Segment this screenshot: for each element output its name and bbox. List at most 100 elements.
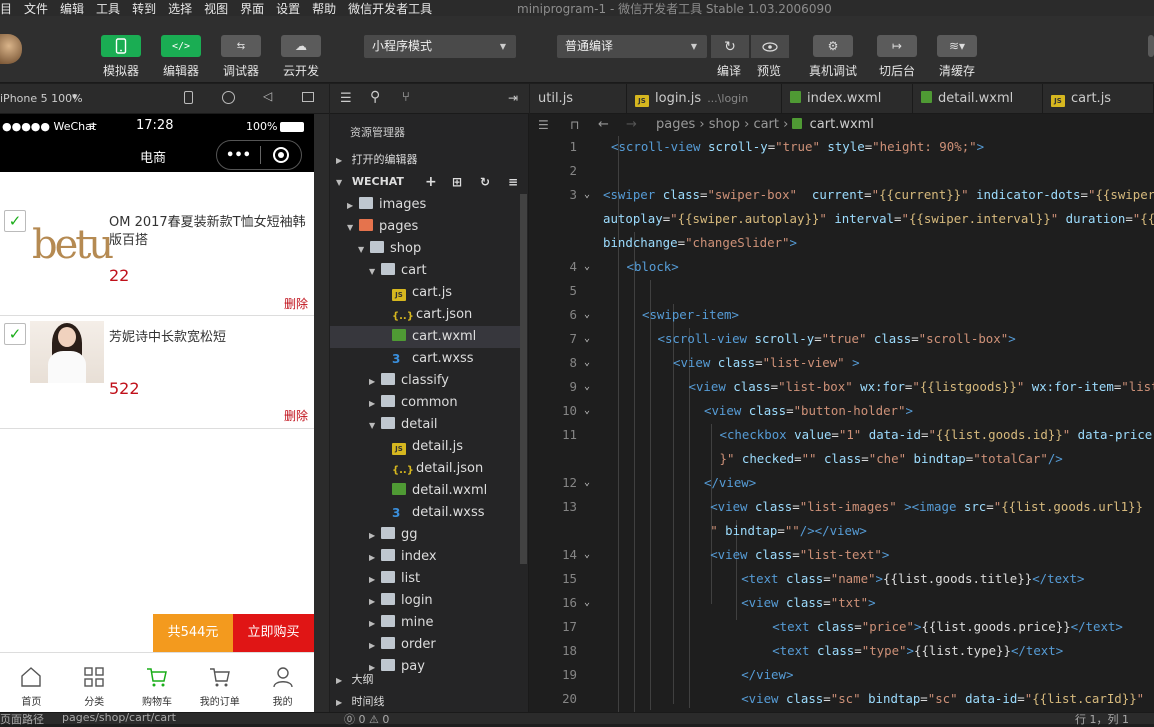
list-icon[interactable]: ☰ [340,91,352,106]
item-checkbox[interactable]: ✓ [4,210,26,232]
delete-button[interactable]: 删除 [284,295,308,312]
tree-folder[interactable]: ▶list [330,568,520,590]
new-folder-icon[interactable]: ⊞ [452,172,462,192]
editor-tab[interactable]: JScart.js [1043,84,1154,114]
fold-chevron-icon[interactable]: ⌄ [584,183,590,207]
menu-item[interactable]: 项目 [0,0,12,17]
tab-mine[interactable]: 我的 [251,653,314,712]
menu-item[interactable]: 文件 [24,0,48,17]
tree-file[interactable]: detail.wxml [330,480,520,502]
tree-file[interactable]: JSdetail.js [330,436,520,458]
clear-cache-button[interactable]: ≋▾ [937,35,977,57]
simulator-toggle-button[interactable] [101,35,141,57]
fold-chevron-icon[interactable]: ⌄ [584,471,590,495]
tree-file[interactable]: {..}detail.json [330,458,520,480]
code-line[interactable]: 5 [530,279,1154,303]
close-circle-icon[interactable] [273,147,289,163]
code-line[interactable]: 7⌄<scroll-view scroll-y="true" class="sc… [530,327,1154,351]
menu-item[interactable]: 视图 [204,0,228,17]
delete-button[interactable]: 删除 [284,407,308,424]
tree-folder[interactable]: ▶mine [330,612,520,634]
menu-item[interactable]: 帮助 [312,0,336,17]
breadcrumb-item[interactable]: shop [709,117,740,132]
fold-chevron-icon[interactable]: ⌄ [584,399,590,423]
bookmark-icon[interactable]: ⊓ [570,114,579,136]
more-dots-icon[interactable]: ••• [217,148,260,163]
fold-chevron-icon[interactable]: ⌄ [584,303,590,327]
capsule-menu[interactable]: ••• [216,140,302,170]
code-line[interactable]: 17<text class="price">{{list.goods.price… [530,615,1154,639]
code-line[interactable]: 9⌄<view class="list-box" wx:for="{{listg… [530,375,1154,399]
preview-button[interactable] [751,35,789,58]
product-image[interactable] [30,321,104,383]
back-arrow-icon[interactable]: ← [598,114,609,136]
tree-folder[interactable]: ▼detail [330,414,520,436]
real-device-debug-button[interactable]: ⚙ [813,35,853,57]
code-line[interactable]: 18<text class="type">{{list.type}}</text… [530,639,1154,663]
tab-category[interactable]: 分类 [63,653,126,712]
debugger-toggle-button[interactable]: ⇆ [221,35,261,57]
volume-icon[interactable]: ◁ [263,89,272,103]
code-line[interactable]: " bindtap=""/></view> [530,519,1154,543]
collapse-all-icon[interactable]: ≡ [508,172,518,192]
editor-tab[interactable]: JSutil.js [530,84,627,114]
editor-tab[interactable]: index.wxml [782,84,913,114]
cloud-dev-button[interactable]: ☁ [281,35,321,57]
code-area[interactable]: 1<scroll-view scroll-y="true" style="hei… [530,136,1154,712]
problems-count[interactable]: ⓪ 0 ⚠ 0 [344,711,389,727]
tree-file[interactable]: 3detail.wxss [330,502,520,524]
tree-folder[interactable]: ▶images [330,194,520,216]
code-line[interactable]: 15<text class="name">{{list.goods.title}… [530,567,1154,591]
menu-item[interactable]: 设置 [276,0,300,17]
open-editors-section[interactable]: ▶ 打开的编辑器 [330,150,529,170]
menu-item[interactable]: 工具 [96,0,120,17]
code-line[interactable]: 3⌄<swiper class="swiper-box" current="{{… [530,183,1154,207]
tree-folder[interactable]: ▶common [330,392,520,414]
buy-now-button[interactable]: 立即购买 [233,614,314,652]
editor-tab[interactable]: detail.wxml [913,84,1043,114]
phone-icon[interactable] [184,91,193,104]
breadcrumb-item[interactable]: cart.wxml [810,117,874,132]
tree-folder[interactable]: ▼shop [330,238,520,260]
compile-mode-select[interactable]: 普通编译 ▼ [557,35,707,58]
tree-file[interactable]: {..}cart.json [330,304,520,326]
breadcrumb-item[interactable]: pages [656,117,695,132]
fold-chevron-icon[interactable]: ⌄ [584,255,590,279]
menu-item[interactable]: 微信开发者工具 [348,0,432,17]
code-line[interactable]: 11<checkbox value="1" data-id="{{list.go… [530,423,1154,447]
tab-home[interactable]: 首页 [0,653,63,712]
fold-chevron-icon[interactable]: ⌄ [584,327,590,351]
menu-item[interactable]: 转到 [132,0,156,17]
cursor-position[interactable]: 行 1，列 1 [1075,711,1129,727]
product-image[interactable]: betu [32,210,102,280]
collapse-panel-icon[interactable]: ⇥ [508,91,518,105]
forward-arrow-icon[interactable]: → [626,114,637,136]
item-checkbox[interactable]: ✓ [4,323,26,345]
tree-folder[interactable]: ▶index [330,546,520,568]
code-line[interactable]: 10⌄<view class="button-holder"> [530,399,1154,423]
fold-chevron-icon[interactable]: ⌄ [584,351,590,375]
editor-tab[interactable]: JSlogin.js...\login [627,84,782,114]
code-line[interactable]: 20<view class="sc" bindtap="sc" data-id=… [530,687,1154,711]
workspace-section[interactable]: ▼ WECHAT + ⊞ ↻ ≡ [330,172,529,192]
code-line[interactable]: 14⌄<view class="list-text"> [530,543,1154,567]
outline-section[interactable]: ▶ 大纲 [330,670,529,690]
code-line[interactable]: bindchange="changeSlider"> [530,231,1154,255]
background-button[interactable]: ↦ [877,35,917,57]
code-line[interactable]: autoplay="{{swiper.autoplay}}" interval=… [530,207,1154,231]
code-line[interactable]: 13<view class="list-images" ><image src=… [530,495,1154,519]
record-icon[interactable] [222,91,235,104]
page-path[interactable]: pages/shop/cart/cart [62,711,176,724]
tree-folder[interactable]: ▶gg [330,524,520,546]
menu-item[interactable]: 界面 [240,0,264,17]
code-line[interactable]: 4⌄<block> [530,255,1154,279]
window-icon[interactable] [302,92,314,102]
menu-item[interactable]: 选择 [168,0,192,17]
code-line[interactable]: }" checked="" class="che" bindtap="total… [530,447,1154,471]
fold-chevron-icon[interactable]: ⌄ [584,591,590,615]
search-icon[interactable]: ⚲ [370,89,380,105]
breadcrumb-item[interactable]: cart [753,117,779,132]
tree-file[interactable]: cart.wxml [330,326,520,348]
timeline-section[interactable]: ▶ 时间线 [330,692,529,712]
user-avatar[interactable] [0,34,22,64]
